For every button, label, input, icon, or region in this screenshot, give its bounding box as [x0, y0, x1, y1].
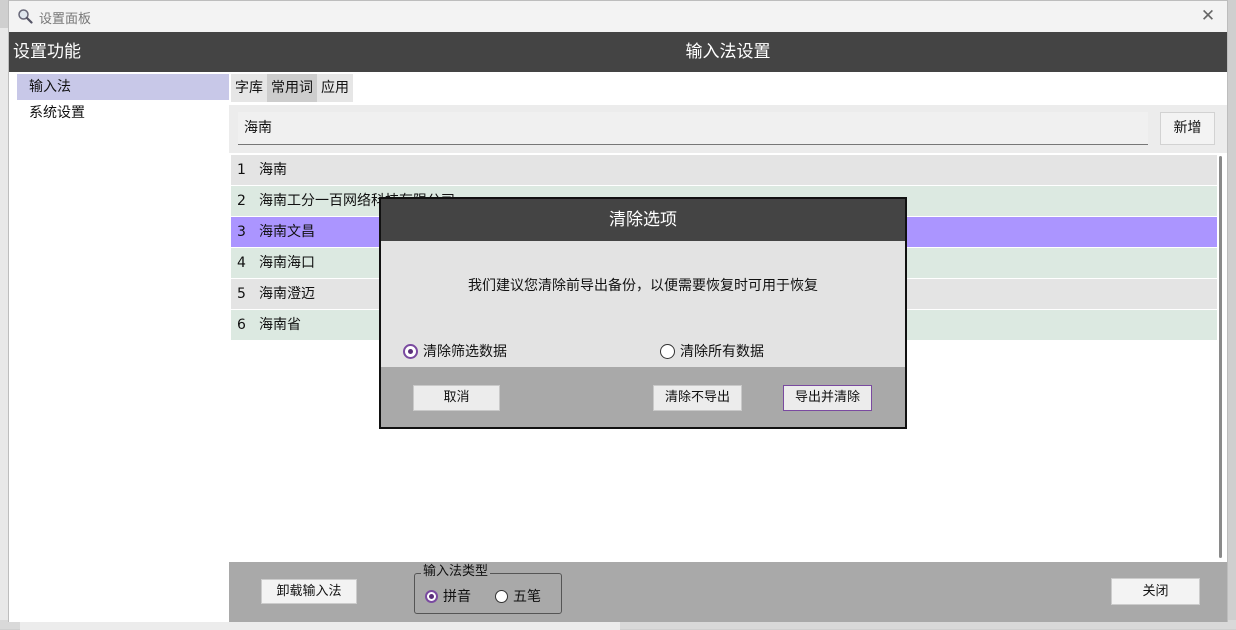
clear-all-label: 清除所有数据 — [680, 344, 764, 360]
search-input[interactable] — [238, 112, 1148, 145]
tab-common-words[interactable]: 常用词 — [267, 74, 317, 102]
background-window-strip — [0, 28, 8, 629]
clear-all-radio[interactable] — [660, 343, 675, 359]
wubi-radio-option[interactable]: 五笔 — [495, 586, 541, 606]
dialog-footer: 取消 清除不导出 导出并清除 — [381, 367, 905, 427]
main-header: 输入法设置 — [229, 32, 1227, 72]
tab-bar: 字库 常用词 应用 — [231, 74, 353, 102]
clear-all-option[interactable]: 清除所有数据 — [660, 341, 764, 361]
uninstall-input-method-button[interactable]: 卸载输入法 — [261, 579, 357, 604]
row-text: 海南海口 — [259, 255, 315, 271]
row-text: 海南 — [259, 162, 287, 178]
clear-filtered-option[interactable]: 清除筛选数据 — [403, 341, 507, 361]
row-number: 4 — [237, 255, 246, 271]
row-text: 海南文昌 — [259, 224, 315, 240]
wubi-label: 五笔 — [513, 589, 541, 605]
input-method-type-label: 输入法类型 — [421, 564, 491, 580]
row-number: 2 — [237, 193, 246, 209]
list-scrollbar[interactable] — [1219, 156, 1222, 558]
export-and-clear-button[interactable]: 导出并清除 — [783, 385, 872, 411]
magnifier-icon — [17, 8, 33, 24]
dialog-title: 清除选项 — [381, 199, 905, 241]
row-number: 5 — [237, 286, 246, 302]
cancel-button[interactable]: 取消 — [413, 385, 500, 411]
row-number: 6 — [237, 317, 246, 333]
clear-without-export-button[interactable]: 清除不导出 — [653, 385, 742, 411]
add-button[interactable]: 新增 — [1160, 112, 1215, 145]
pinyin-radio-option[interactable]: 拼音 — [425, 586, 471, 606]
row-number: 1 — [237, 162, 246, 178]
bottom-bar: 卸载输入法 输入法类型 拼音 五笔 关闭 — [229, 562, 1227, 622]
search-bar: 新增 — [229, 105, 1227, 153]
row-text: 海南澄迈 — [259, 286, 315, 302]
row-text: 海南省 — [259, 317, 301, 333]
input-method-type-group: 输入法类型 拼音 五笔 — [414, 564, 562, 614]
tab-application[interactable]: 应用 — [317, 74, 353, 102]
sidebar-header: 设置功能 — [9, 32, 229, 72]
pinyin-label: 拼音 — [443, 589, 471, 605]
close-button[interactable]: 关闭 — [1111, 578, 1200, 605]
tab-dictionary[interactable]: 字库 — [231, 74, 267, 102]
window-title: 设置面板 — [39, 12, 92, 27]
title-bar: 设置面板 ✕ — [9, 1, 1227, 31]
list-item[interactable]: 1 海南 — [231, 155, 1217, 185]
dialog-message: 我们建议您清除前导出备份，以便需要恢复时可用于恢复 — [468, 278, 818, 294]
window-close-icon[interactable]: ✕ — [1197, 5, 1219, 27]
clear-filtered-label: 清除筛选数据 — [423, 344, 507, 360]
clear-options-dialog: 清除选项 我们建议您清除前导出备份，以便需要恢复时可用于恢复 清除筛选数据 清除… — [379, 197, 907, 429]
wubi-radio[interactable] — [495, 589, 508, 603]
row-number: 3 — [237, 224, 246, 240]
sidebar-item-input-method[interactable]: 输入法 — [17, 74, 229, 100]
pinyin-radio[interactable] — [425, 589, 438, 603]
clear-filtered-radio[interactable] — [403, 343, 418, 359]
sidebar: 设置功能 输入法 系统设置 — [9, 32, 229, 622]
sidebar-item-system-settings[interactable]: 系统设置 — [17, 100, 229, 126]
